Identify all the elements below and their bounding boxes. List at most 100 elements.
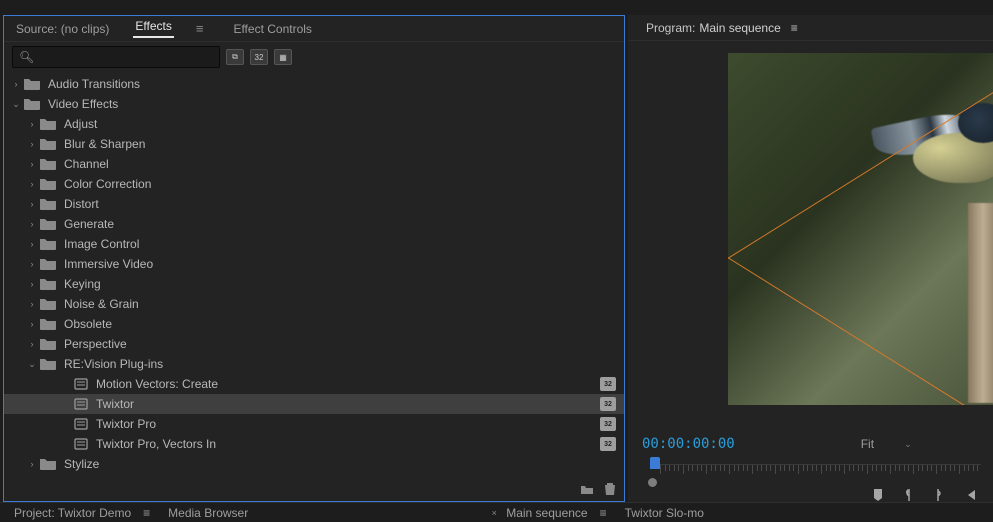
tree-item-folder[interactable]: ›Adjust <box>4 114 624 134</box>
tree-item-effect[interactable]: Twixtor 32 <box>4 394 624 414</box>
new-bin-icon[interactable] <box>580 483 594 498</box>
panel-menu-icon[interactable]: ≡ <box>196 21 204 36</box>
folder-icon <box>40 357 58 371</box>
tree-item-folder[interactable]: › Color Correction <box>4 174 624 194</box>
zoom-label: Fit <box>861 437 874 451</box>
tab-project[interactable]: Project: Twixtor Demo≡ <box>14 506 150 520</box>
tree-item-effect[interactable]: Motion Vectors: Create32 <box>4 374 624 394</box>
row-label: Stylize <box>64 457 616 471</box>
program-controls: 00:00:00:00 Fit ⌄ <box>628 432 993 502</box>
effect-32bit-badge: 32 <box>600 397 616 411</box>
row-label: Channel <box>64 157 616 171</box>
tree-item-folder[interactable]: ⌄Video Effects <box>4 94 624 114</box>
disclosure-caret[interactable]: › <box>26 179 38 189</box>
disclosure-caret[interactable]: › <box>26 259 38 269</box>
tree-item-folder[interactable]: › Generate <box>4 214 624 234</box>
tree-item-folder[interactable]: › Immersive Video <box>4 254 624 274</box>
tab-media-browser[interactable]: Media Browser <box>168 506 248 520</box>
program-panel: Program: Main sequence ≡ 00:0 <box>628 15 993 502</box>
search-input[interactable] <box>38 50 213 64</box>
search-icon: 🔍︎ <box>19 50 34 64</box>
disclosure-caret[interactable]: › <box>26 239 38 249</box>
filter-accelerated-icon[interactable]: ⧉ <box>226 49 244 65</box>
row-label: Twixtor Pro, Vectors In <box>96 437 596 451</box>
loop-indicator[interactable] <box>648 478 657 487</box>
effect-32bit-badge: 32 <box>600 437 616 451</box>
disclosure-caret[interactable]: › <box>26 319 38 329</box>
tree-item-folder[interactable]: › Stylize <box>4 454 624 474</box>
row-label: Audio Transitions <box>48 77 616 91</box>
disclosure-caret[interactable]: › <box>26 219 38 229</box>
tree-item-folder[interactable]: › Audio Transitions <box>4 74 624 94</box>
folder-icon <box>40 157 58 171</box>
folder-icon <box>40 117 58 131</box>
row-label: Immersive Video <box>64 257 616 271</box>
trash-icon[interactable] <box>604 482 616 499</box>
row-label: Motion Vectors: Create <box>96 377 596 391</box>
folder-icon <box>40 237 58 251</box>
disclosure-caret[interactable]: ⌄ <box>26 359 38 370</box>
tree-item-effect[interactable]: Twixtor Pro, Vectors In 32 <box>4 434 624 454</box>
folder-icon <box>24 97 42 111</box>
row-label: Obsolete <box>64 317 616 331</box>
filter-32bit-icon[interactable]: 32 <box>250 49 268 65</box>
row-label: Noise & Grain <box>64 297 616 311</box>
effects-tree[interactable]: ›Audio Transitions⌄Video Effects›Adjust›… <box>4 72 624 479</box>
zoom-select[interactable]: Fit ⌄ <box>855 437 918 451</box>
close-icon[interactable]: × <box>488 508 500 518</box>
program-monitor[interactable] <box>728 53 993 405</box>
tree-item-folder[interactable]: ›Keying <box>4 274 624 294</box>
row-label: Perspective <box>64 337 616 351</box>
disclosure-caret[interactable]: › <box>10 79 22 89</box>
tree-item-folder[interactable]: › Blur & Sharpen <box>4 134 624 154</box>
tree-item-folder[interactable]: › Obsolete <box>4 314 624 334</box>
panel-menu-icon[interactable]: ≡ <box>600 506 607 520</box>
filter-yuv-icon[interactable]: ▦ <box>274 49 292 65</box>
folder-icon <box>40 257 58 271</box>
preset-icon <box>74 417 90 431</box>
tree-item-folder[interactable]: ›Time <box>4 474 624 479</box>
row-label: Blur & Sharpen <box>64 137 616 151</box>
row-label: Distort <box>64 197 616 211</box>
disclosure-caret[interactable]: › <box>26 459 38 469</box>
panel-menu-icon[interactable]: ≡ <box>143 506 150 520</box>
disclosure-caret[interactable]: › <box>26 279 38 289</box>
tree-item-effect[interactable]: Twixtor Pro32 <box>4 414 624 434</box>
effects-panel: Source: (no clips) Effects ≡ Effect Cont… <box>3 15 625 502</box>
playhead-timecode[interactable]: 00:00:00:00 <box>642 436 735 452</box>
disclosure-caret[interactable]: ⌄ <box>10 99 22 110</box>
chevron-down-icon: ⌄ <box>904 439 912 450</box>
preset-icon <box>74 397 90 411</box>
tree-item-revision[interactable]: ⌄RE:Vision Plug-ins <box>4 354 624 374</box>
program-timeline-ruler[interactable] <box>640 460 981 480</box>
tab-effect-controls[interactable]: Effect Controls <box>231 22 313 36</box>
tab-timeline-main[interactable]: ×Main sequence≡ <box>488 506 606 520</box>
row-label: Generate <box>64 217 616 231</box>
row-label: Twixtor <box>96 397 596 411</box>
tab-timeline-twixtor[interactable]: Twixtor Slo-mo <box>625 506 704 520</box>
tree-item-folder[interactable]: › Perspective <box>4 334 624 354</box>
tree-item-folder[interactable]: ›Image Control <box>4 234 624 254</box>
folder-icon <box>40 197 58 211</box>
disclosure-caret[interactable]: › <box>26 199 38 209</box>
disclosure-caret[interactable]: › <box>26 339 38 349</box>
row-label: Color Correction <box>64 177 616 191</box>
disclosure-caret[interactable]: › <box>26 139 38 149</box>
program-menu-icon[interactable]: ≡ <box>791 21 798 35</box>
disclosure-caret[interactable]: › <box>26 119 38 129</box>
tree-item-folder[interactable]: › Distort <box>4 194 624 214</box>
preset-icon <box>74 377 90 391</box>
preset-icon <box>74 437 90 451</box>
search-box[interactable]: 🔍︎ <box>12 46 220 68</box>
tab-effects[interactable]: Effects <box>133 19 173 38</box>
tree-item-folder[interactable]: › Noise & Grain <box>4 294 624 314</box>
row-label: Twixtor Pro <box>96 417 596 431</box>
bottom-panel-tabs: Project: Twixtor Demo≡ Media Browser ×Ma… <box>0 502 993 522</box>
folder-icon <box>40 217 58 231</box>
tree-item-folder[interactable]: › Channel <box>4 154 624 174</box>
disclosure-caret[interactable]: › <box>26 159 38 169</box>
tab-source[interactable]: Source: (no clips) <box>14 22 111 36</box>
folder-icon <box>40 297 58 311</box>
disclosure-caret[interactable]: › <box>26 299 38 309</box>
playhead-handle[interactable] <box>650 457 660 469</box>
